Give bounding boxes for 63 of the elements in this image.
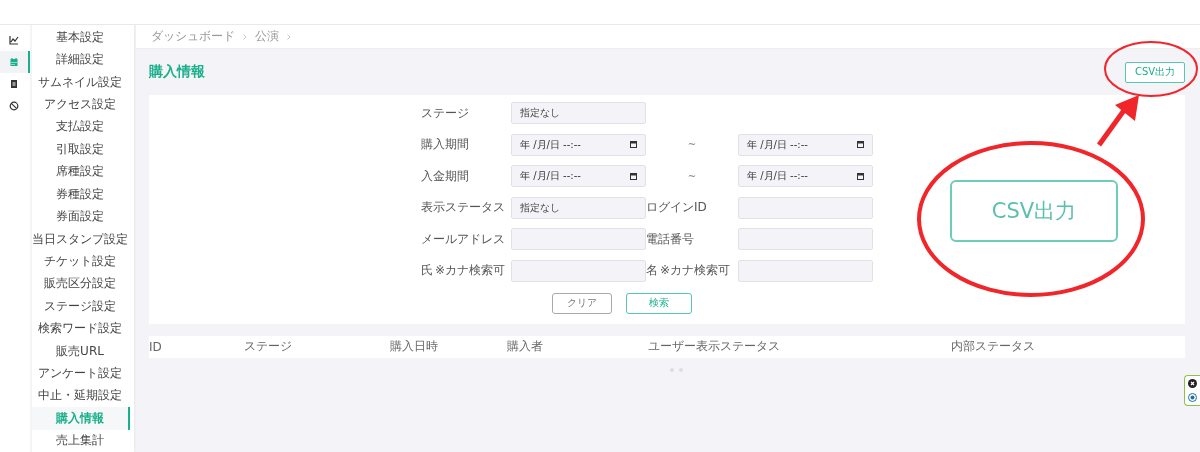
field-label: 購入期間 [421,136,470,153]
calendar-icon [630,172,637,180]
column-header: 内部ステータス [951,338,1036,355]
input-field[interactable] [738,196,873,219]
sidebar-item[interactable]: 券面設定 [32,205,130,228]
select-field[interactable]: 指定なし [511,196,646,219]
field-label: 電話番号 [646,230,695,248]
sidebar-item[interactable]: 引取設定 [32,138,130,161]
field-label: ログインID [646,199,708,216]
settings-icon[interactable] [1188,393,1197,403]
input-field[interactable] [738,228,873,250]
calendar-icon [630,141,637,148]
chevron-right-icon [287,33,291,40]
select-field[interactable]: 指定なし [511,102,646,124]
column-header: 購入日時 [390,338,439,355]
date-field[interactable]: 年 /月/日 --:-- [738,165,873,187]
calendar-icon [9,57,19,67]
input-field[interactable] [738,259,873,282]
sidebar-item[interactable]: ステージ設定 [32,295,130,318]
callout-arrow [1095,93,1141,148]
clear-button[interactable]: クリア [552,292,612,314]
column-header: 購入者 [507,338,544,355]
field-label: ステージ [421,104,470,122]
sidebar-item[interactable]: 販売URL [32,339,130,363]
sidebar-item[interactable]: 券種設定 [32,182,130,206]
column-header: ユーザー表示ステータス [648,338,781,355]
range-separator: ~ [686,170,698,182]
input-field[interactable] [511,259,646,282]
document-icon [9,79,19,89]
sidebar-item[interactable]: サムネイル設定 [32,70,130,94]
sidebar-item[interactable]: 検索ワード設定 [32,317,130,340]
date-field[interactable]: 年 /月/日 --:-- [511,165,646,187]
input-field[interactable] [511,228,646,250]
close-icon[interactable] [1188,378,1197,388]
sidebar-item[interactable]: 当日スタンプ設定 [32,227,130,251]
column-header: ID [149,339,163,354]
sidebar-item[interactable]: 詳細設定 [32,48,130,71]
sidebar-item[interactable]: アンケート設定 [32,362,130,385]
sidebar-item[interactable]: 売上集計 [32,429,130,452]
field-label: 氏 ※カナ検索可 [421,262,507,279]
sidebar-item[interactable]: 席種設定 [32,160,130,183]
sidebar-item[interactable]: チケット設定 [32,250,130,273]
sidebar-item[interactable]: 支払設定 [32,115,130,139]
ban-icon [9,101,19,111]
sidebar-item[interactable]: 中止・延期設定 [32,384,130,408]
sidebar-item[interactable]: 基本設定 [32,26,130,49]
date-field[interactable]: 年 /月/日 --:-- [511,133,646,156]
sidebar-item[interactable]: 販売区分設定 [32,272,130,296]
field-label: 表示ステータス [421,199,506,216]
field-label: 名 ※カナ検索可 [646,262,732,279]
page-title: 購入情報 [149,63,205,81]
line-chart-icon [9,35,19,45]
chevron-right-icon [243,33,247,40]
field-label: メールアドレス [421,230,506,248]
calendar-icon [857,141,864,148]
date-field[interactable]: 年 /月/日 --:-- [738,133,873,156]
floating-widget[interactable] [1184,375,1200,406]
loading-dots-icon [670,367,683,372]
column-header: ステージ [244,338,293,355]
calendar-icon [857,172,864,180]
field-label: 入金期間 [421,167,470,185]
range-separator: ~ [686,139,698,150]
sidebar-item[interactable]: アクセス設定 [32,93,130,116]
